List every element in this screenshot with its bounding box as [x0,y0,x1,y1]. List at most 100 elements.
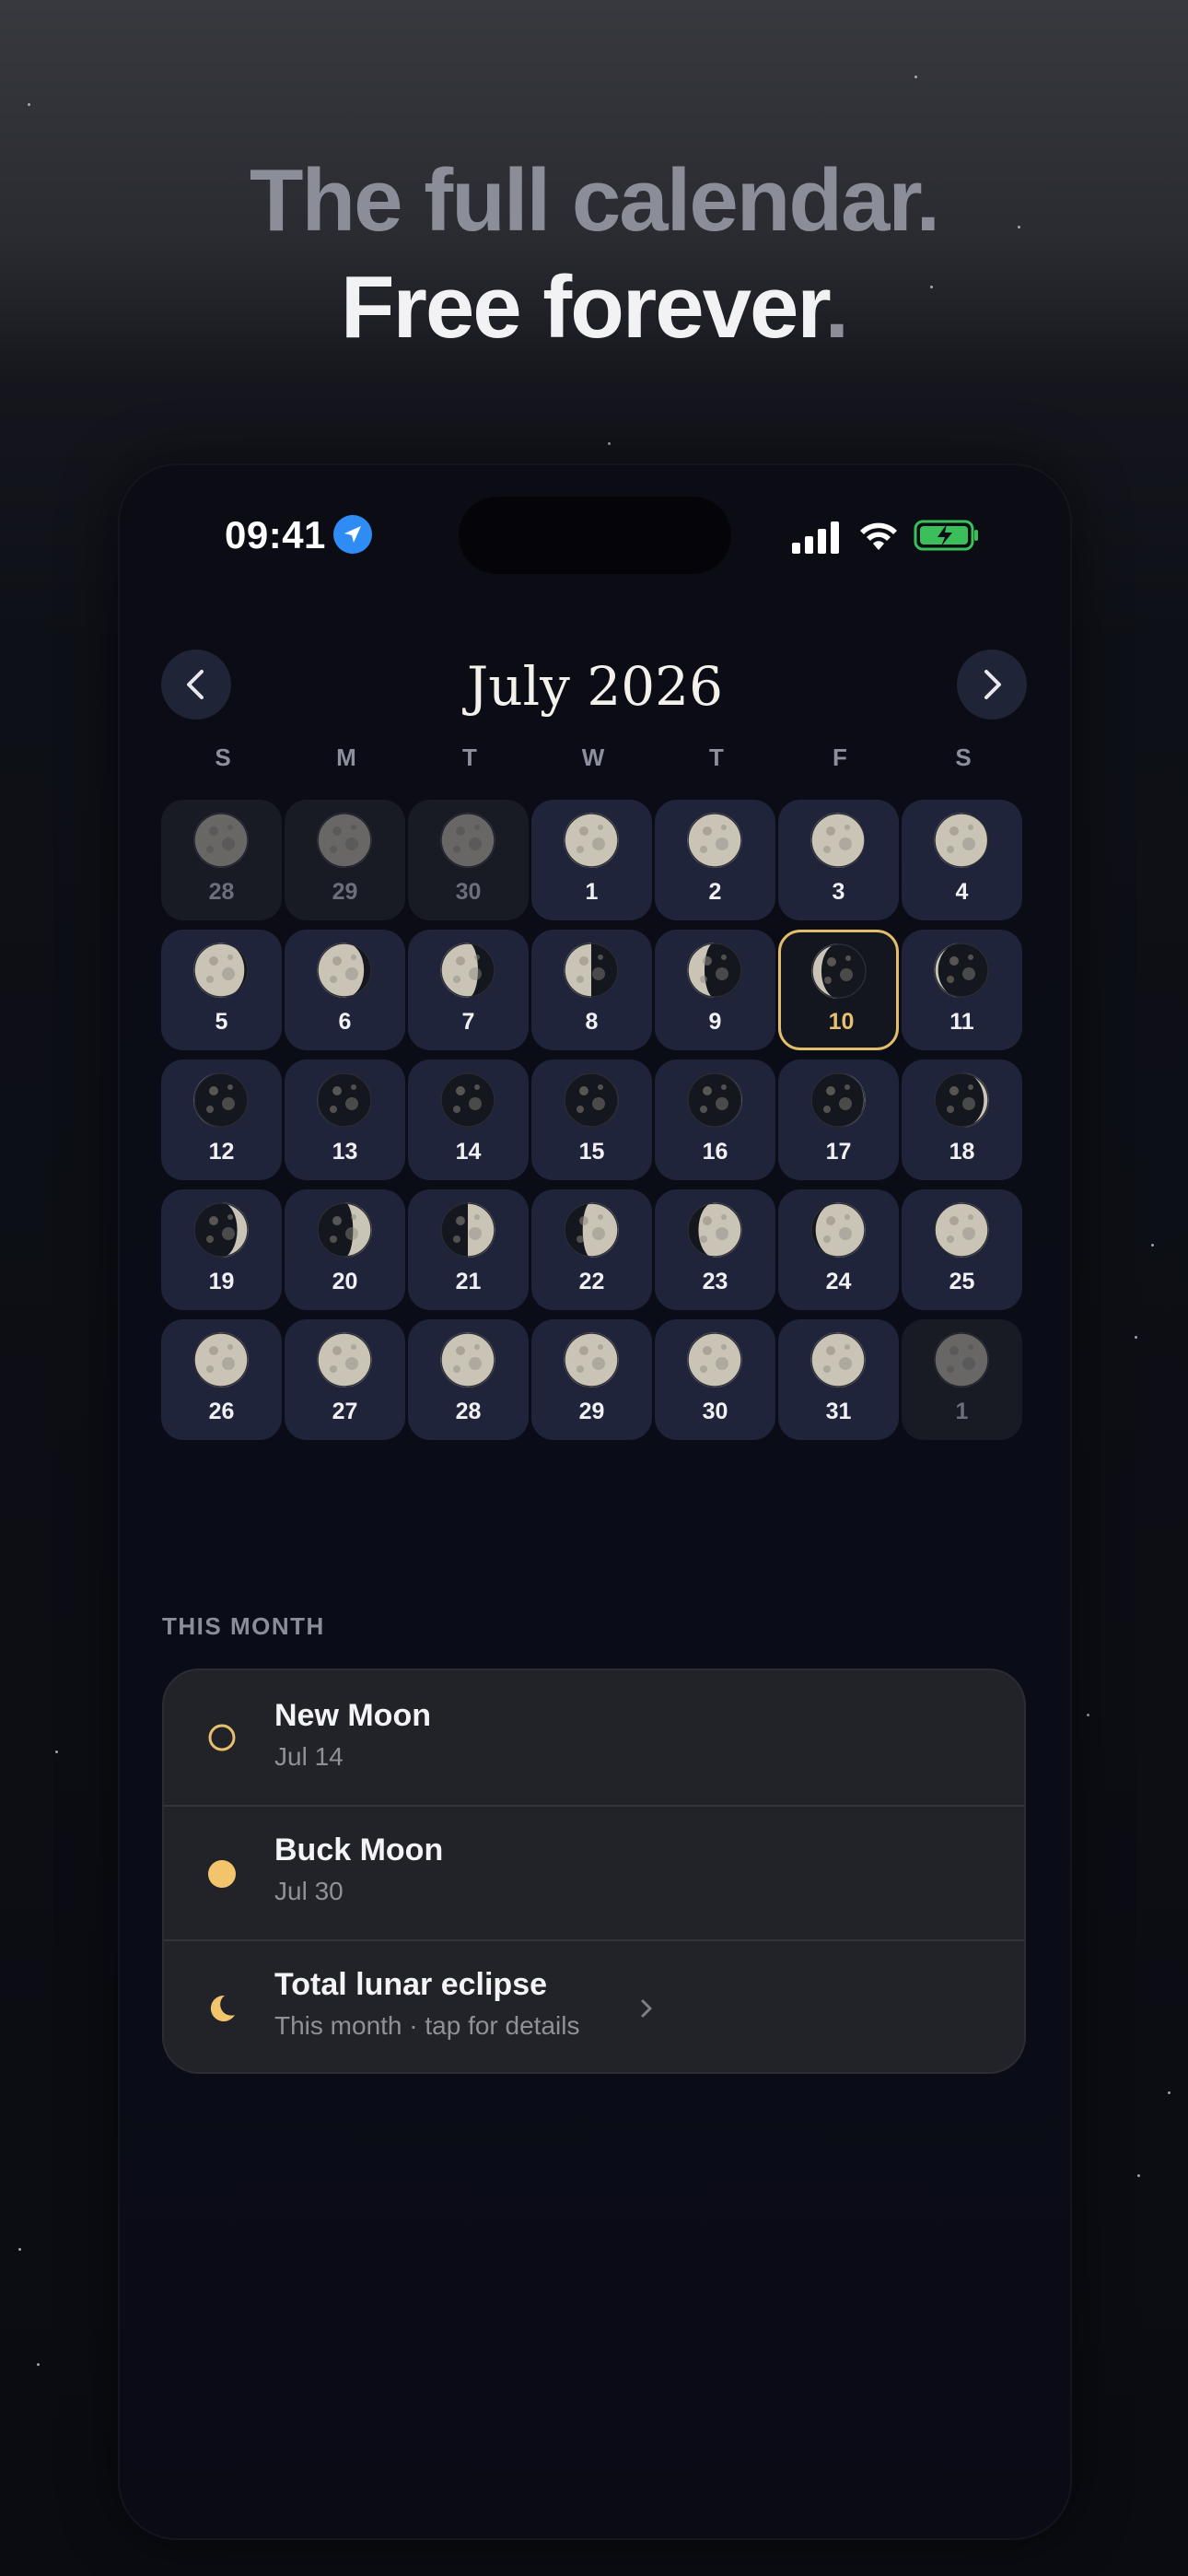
calendar-day-number: 6 [338,1009,352,1035]
headline-line-1: The full calendar. [249,151,940,250]
calendar-day[interactable]: 3 [778,800,899,920]
calendar-day-number: 14 [455,1139,482,1165]
calendar-day[interactable]: 7 [408,930,529,1050]
moon-phase-icon [564,1332,619,1388]
calendar-day[interactable]: 23 [655,1189,775,1310]
month-title: July 2026 [467,655,723,718]
event-row[interactable]: Total lunar eclipse This month · tap for … [164,1939,1024,2072]
moon-phase-icon [317,943,372,998]
moon-phase-icon [811,943,867,999]
calendar-day[interactable]: 6 [285,930,405,1050]
next-month-button[interactable] [957,650,1027,720]
calendar-day-number: 18 [949,1139,975,1165]
calendar-day[interactable]: 12 [161,1060,282,1180]
star [28,103,30,106]
moon-phase-icon [934,1072,989,1128]
calendar-day[interactable]: 30 [408,800,529,920]
calendar-day[interactable]: 2 [655,800,775,920]
calendar-day[interactable]: 14 [408,1060,529,1180]
moon-phase-icon [687,943,742,998]
headline-line-2: Free forever. [0,254,1188,361]
calendar-day-today[interactable]: 10 [778,930,899,1050]
weekday-label: F [833,744,847,771]
calendar-day-number: 19 [208,1269,235,1294]
star [1087,1714,1089,1716]
calendar-day-number: 17 [825,1139,852,1165]
weekday-label: T [709,744,724,771]
calendar-day[interactable]: 13 [285,1060,405,1180]
calendar-day[interactable]: 21 [408,1189,529,1310]
calendar-day[interactable]: 24 [778,1189,899,1310]
calendar-day[interactable]: 8 [531,930,652,1050]
calendar-day[interactable]: 28 [408,1319,529,1440]
calendar-day[interactable]: 27 [285,1319,405,1440]
crescent-moon-icon [206,1993,238,2024]
calendar-day[interactable]: 22 [531,1189,652,1310]
event-subtitle: Jul 14 [274,1742,344,1771]
weekday-label: M [336,744,356,771]
divider [164,1805,1024,1807]
calendar-day[interactable]: 25 [902,1189,1022,1310]
event-row[interactable]: New Moon Jul 14 [164,1670,1024,1805]
calendar-day-number: 29 [578,1399,605,1424]
calendar-day-number: 23 [702,1269,728,1294]
calendar-day-number: 7 [461,1009,475,1035]
divider [164,1939,1024,1941]
moon-phase-icon [564,1202,619,1258]
status-time: 09:41 [225,513,326,556]
weekday-label: W [581,744,605,771]
moon-phase-icon [810,813,866,868]
event-title: Buck Moon [274,1832,444,1868]
calendar-day[interactable]: 26 [161,1319,282,1440]
calendar-day[interactable]: 1 [902,1319,1022,1440]
calendar-day[interactable]: 11 [902,930,1022,1050]
moon-phase-icon [317,813,372,868]
calendar-day[interactable]: 15 [531,1060,652,1180]
moon-phase-icon [440,1202,495,1258]
calendar-day[interactable]: 30 [655,1319,775,1440]
weekday-label: T [462,744,477,771]
star [1135,1336,1137,1339]
star [1137,2174,1140,2177]
calendar-day[interactable]: 16 [655,1060,775,1180]
star [18,2248,21,2251]
star [1168,2091,1171,2094]
calendar-day[interactable]: 4 [902,800,1022,920]
full-moon-dot-icon [206,1858,238,1890]
wifi-icon [860,522,897,550]
calendar-day-number: 22 [578,1269,605,1294]
moon-phase-icon [193,1072,249,1128]
calendar-day[interactable]: 28 [161,800,282,920]
section-label-this-month: THIS MONTH [162,1612,325,1640]
calendar-day[interactable]: 31 [778,1319,899,1440]
moon-phase-icon [440,1072,495,1128]
calendar-day[interactable]: 5 [161,930,282,1050]
calendar-day[interactable]: 29 [531,1319,652,1440]
calendar-day-number: 24 [825,1269,852,1294]
calendar-day-number: 30 [702,1399,728,1424]
calendar-day[interactable]: 18 [902,1060,1022,1180]
calendar-day-number: 15 [578,1139,605,1165]
weekday-label: S [955,744,972,771]
weekday-label: S [215,744,231,771]
calendar-day[interactable]: 9 [655,930,775,1050]
calendar-day-number: 20 [332,1269,358,1294]
moon-phase-icon [934,1202,989,1258]
event-row[interactable]: Buck Moon Jul 30 [164,1805,1024,1939]
event-title: Total lunar eclipse [274,1967,548,2002]
calendar-day[interactable]: 20 [285,1189,405,1310]
calendar-day-number: 28 [455,1399,482,1424]
calendar-day[interactable]: 17 [778,1060,899,1180]
calendar-day-number: 8 [585,1009,599,1035]
calendar-day[interactable]: 19 [161,1189,282,1310]
calendar-day[interactable]: 1 [531,800,652,920]
star [1151,1244,1154,1247]
dynamic-island [459,497,731,574]
phone-frame: 09:41 July 2026 SMTWTFS 28 29 30 1 2 3 4 5 6 7 8 9 1… [120,465,1070,2538]
star [608,442,611,445]
calendar-day-number: 28 [208,879,235,905]
location-arrow-icon [333,515,372,554]
calendar-day-number: 27 [332,1399,358,1424]
headline-line-2-dot: . [824,258,849,357]
calendar-day[interactable]: 29 [285,800,405,920]
